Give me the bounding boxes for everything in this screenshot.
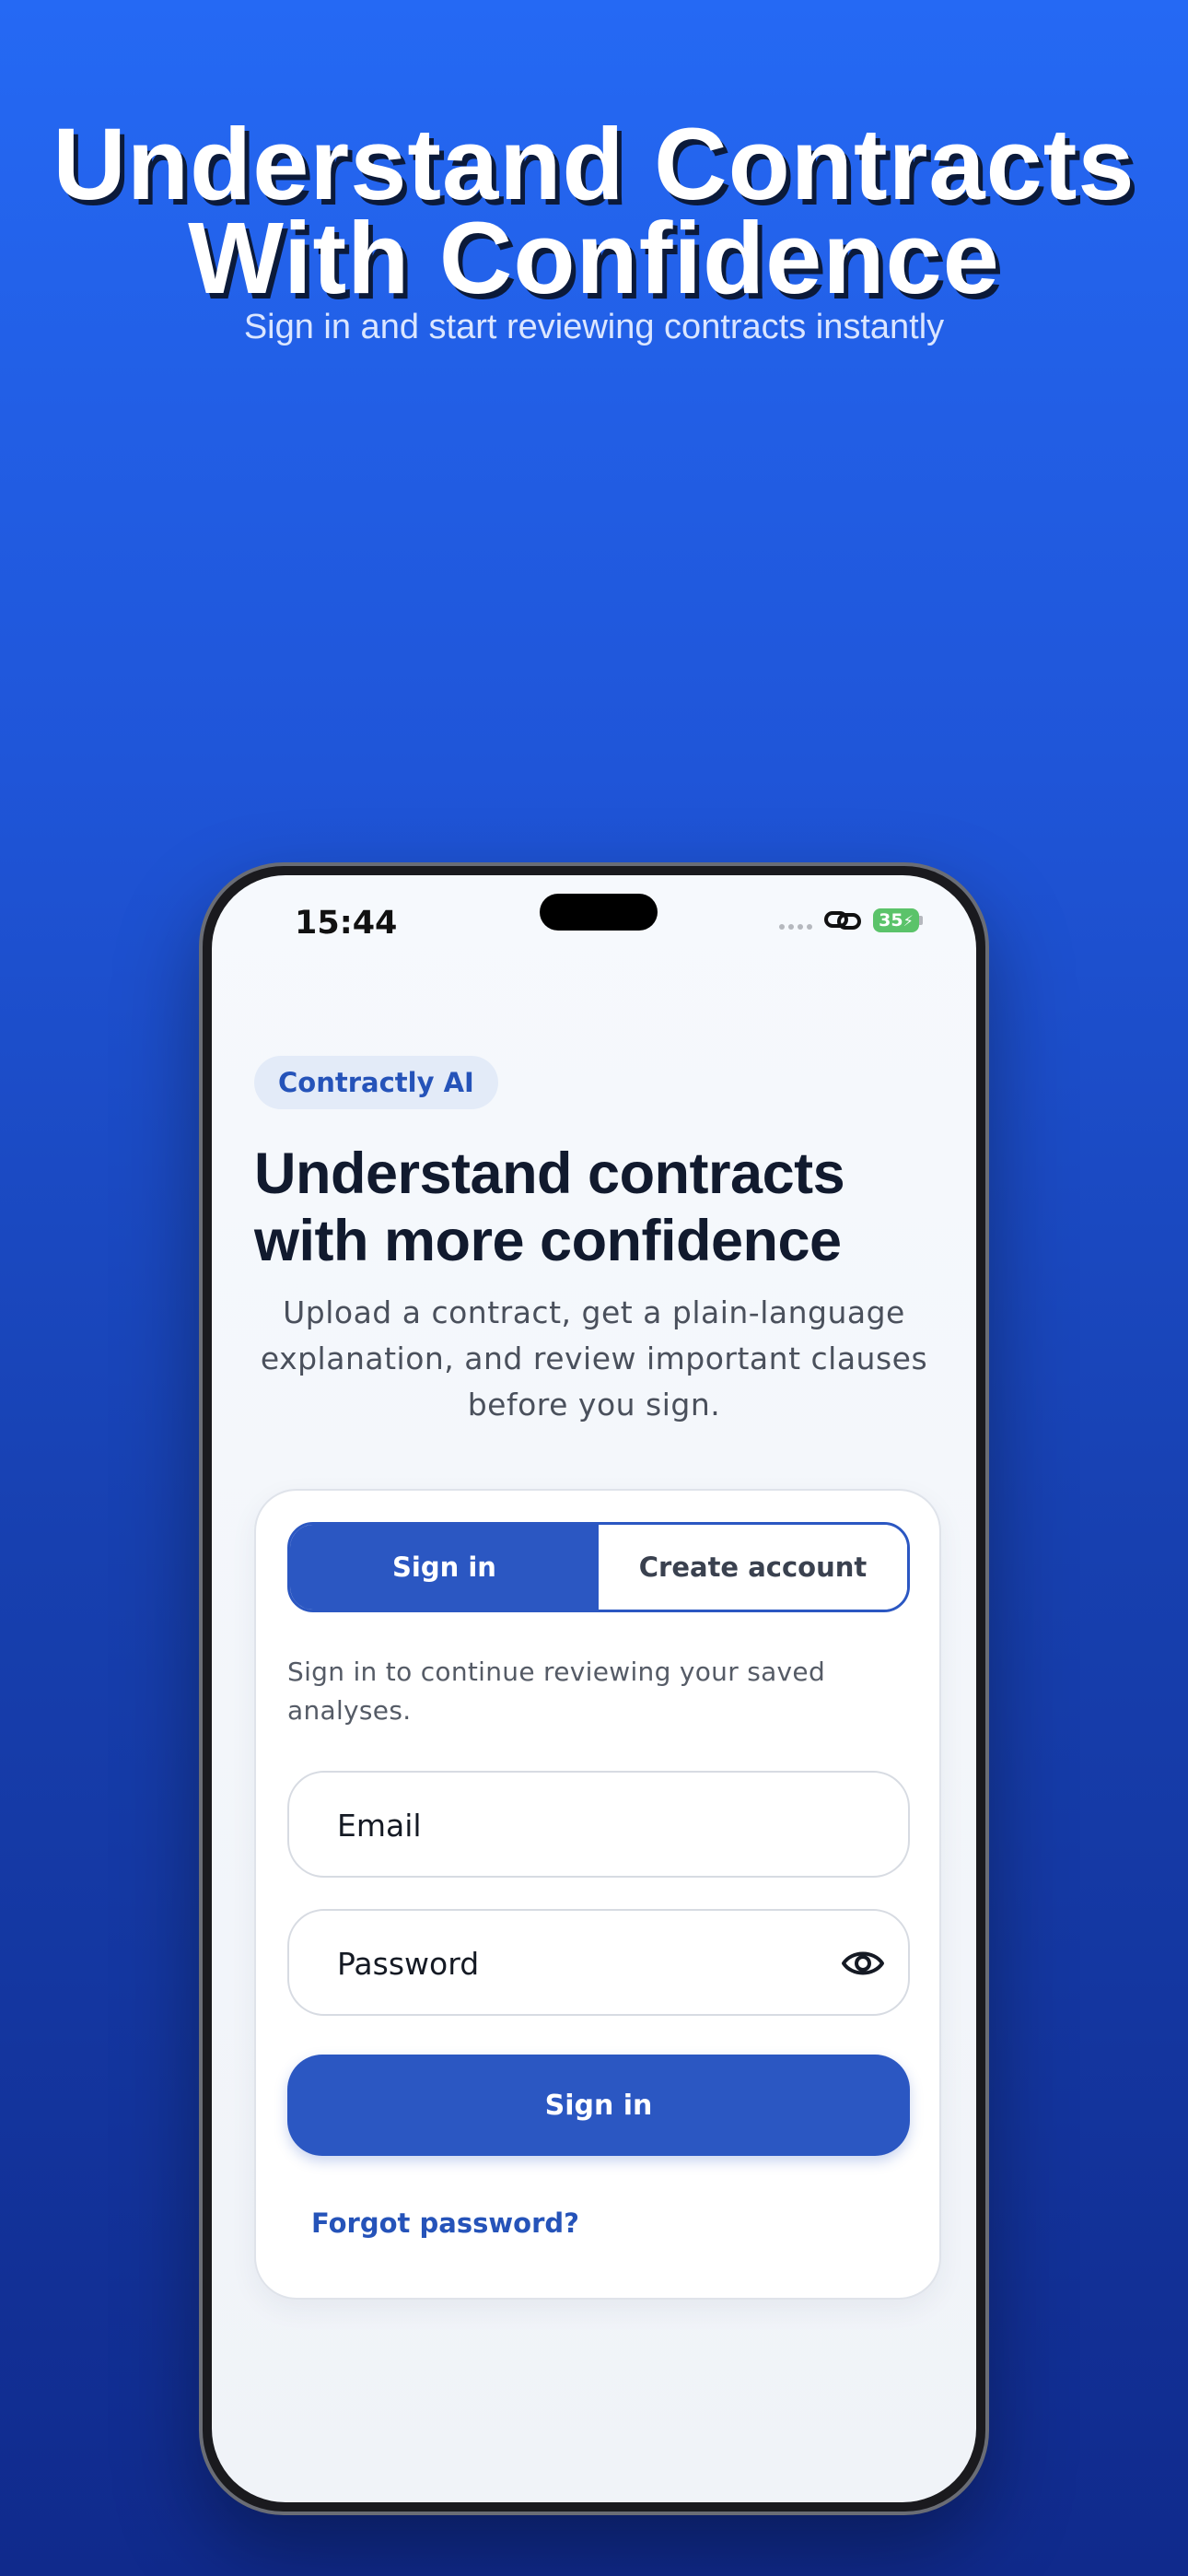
phone-screen: 15:44 35 ⚡ Contractly AI Understand contr… [212,875,976,2502]
battery-charging-icon: 35 ⚡ [873,908,919,932]
promo-title: Understand Contracts With Confidence [0,108,1188,315]
dynamic-island [540,894,658,931]
page-title-line-2: with more confidence [254,1209,842,1273]
page-title: Understand contracts with more confidenc… [254,1141,954,1275]
tab-sign-in[interactable]: Sign in [290,1525,599,1610]
app-badge: Contractly AI [254,1056,498,1109]
status-time: 15:44 [295,905,398,942]
forgot-password-link[interactable]: Forgot password? [311,2207,579,2239]
email-field-container [287,1771,910,1878]
phone-frame: 15:44 35 ⚡ Contractly AI Understand contr… [199,862,989,2515]
status-icons: 35 ⚡ [779,907,923,934]
promo-title-line-2: With Confidence [188,202,1000,315]
battery-level: 35 [879,910,903,931]
sign-in-button[interactable]: Sign in [287,2055,910,2156]
auth-tabs: Sign in Create account [287,1522,910,1612]
password-field-container [287,1909,910,2016]
promo-title-line-1: Understand Contracts [52,108,1136,221]
page-title-line-1: Understand contracts [254,1142,845,1206]
link-icon [824,911,861,930]
password-field[interactable] [335,1911,836,2016]
promo-subtitle: Sign in and start reviewing contracts in… [243,308,945,346]
eye-icon[interactable] [838,1938,888,1988]
helper-text: Sign in to continue reviewing your saved… [287,1657,826,1726]
auth-card: Sign in Create account Sign in to contin… [254,1489,941,2300]
intro-text: Upload a contract, get a plain-language … [260,1294,928,1423]
signal-dots-icon [779,924,812,930]
email-field[interactable] [335,1773,836,1878]
tab-create-account[interactable]: Create account [599,1525,907,1610]
